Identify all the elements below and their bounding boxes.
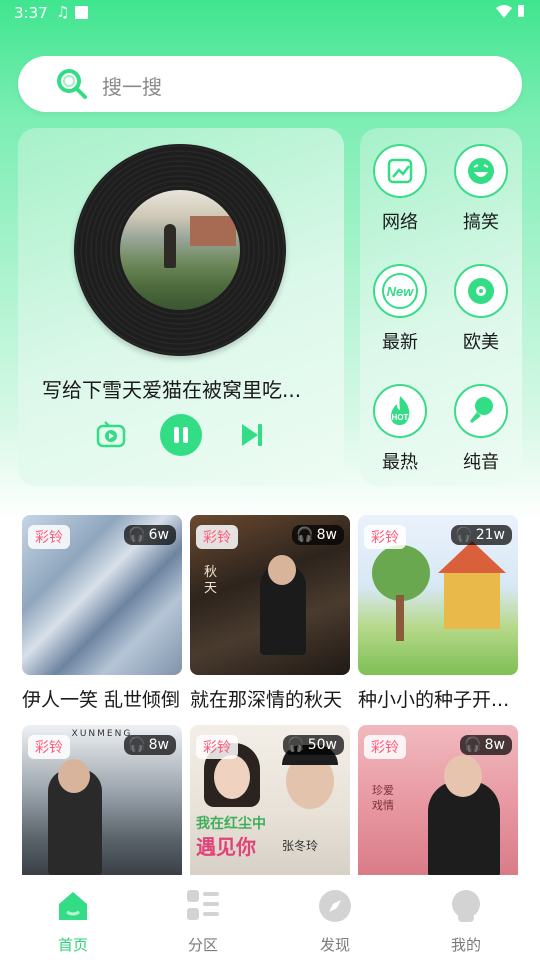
compass-icon [319, 890, 351, 922]
category-western[interactable]: 欧美 [446, 264, 516, 354]
cover-singer: 张冬玲 [282, 839, 319, 853]
disc-icon [454, 264, 508, 318]
ringtone-tag: 彩铃 [28, 735, 70, 759]
ringtone-tag: 彩铃 [196, 735, 238, 759]
ringtone-tag: 彩铃 [196, 525, 238, 549]
tab-label: 分区 [187, 936, 218, 954]
search-icon [57, 69, 87, 99]
song-cover: 珍爱 戏情 彩铃 🎧 8w [358, 725, 518, 875]
play-count: 🎧 8w [292, 525, 344, 545]
track-title: 写给下雪天爱猫在被窝里吃... [42, 378, 302, 402]
tab-label: 发现 [319, 936, 350, 954]
song-card[interactable]: 珍爱 戏情 彩铃 🎧 8w [358, 725, 518, 875]
player-card[interactable]: 写给下雪天爱猫在被窝里吃... [18, 128, 344, 486]
notification-icon [75, 6, 88, 19]
song-cover: 我在红尘中 遇见你 张冬玲 彩铃 🎧 50w [190, 725, 350, 875]
bottom-nav: 首页 分区 发现 我的 [0, 876, 540, 960]
hot-badge-text: HOT [392, 413, 409, 422]
song-cover: XUNMENG 彩铃 🎧 8w [22, 725, 182, 875]
headphones-icon: 🎧 [296, 527, 314, 543]
wifi-icon [496, 5, 512, 18]
mv-video-icon[interactable] [96, 420, 126, 450]
cover-subtitle: 遇见你 [196, 835, 256, 859]
headphones-icon: 🎧 [287, 737, 305, 753]
pause-icon [174, 427, 179, 443]
ringtone-tag: 彩铃 [364, 735, 406, 759]
laughing-face-icon [454, 144, 508, 198]
cover-face [58, 759, 90, 793]
category-latest[interactable]: New 最新 [365, 264, 435, 354]
next-track-icon[interactable] [240, 422, 264, 448]
grid-list-icon [187, 890, 219, 920]
play-count: 🎧 8w [124, 735, 176, 755]
play-count: 🎧 50w [283, 735, 344, 755]
search-input[interactable]: 搜一搜 [102, 71, 162, 100]
song-card[interactable]: 彩铃 🎧 6w 伊人一笑 乱世倾倒 [22, 515, 182, 712]
category-instrumental[interactable]: 纯音 [446, 384, 516, 474]
song-card[interactable]: XUNMENG 彩铃 🎧 8w [22, 725, 182, 875]
status-bar: 3:37 ♫ [0, 0, 540, 26]
category-panel: 网络 搞笑 New 最新 欧美 HOT 最热 纯音 [360, 128, 522, 486]
headphones-icon: 🎧 [128, 527, 146, 543]
song-cover: 彩铃 🎧 21w [358, 515, 518, 675]
tab-home[interactable]: 首页 [33, 888, 113, 955]
vinyl-record[interactable] [74, 144, 286, 356]
cover-face [268, 555, 296, 585]
trend-chart-icon [373, 144, 427, 198]
song-title: 种小小的种子开... [358, 689, 510, 711]
play-count: 🎧 8w [460, 735, 512, 755]
category-label: 纯音 [463, 452, 499, 473]
song-title: 就在那深情的秋天 [190, 689, 343, 711]
tab-label: 首页 [57, 936, 88, 954]
category-label: 最新 [382, 332, 418, 353]
new-badge-text: New [387, 284, 415, 299]
pause-button[interactable] [160, 414, 202, 456]
microphone-icon [454, 384, 508, 438]
headphones-icon: 🎧 [455, 527, 473, 543]
cover-title: 我在红尘中 [196, 816, 266, 832]
cover-building [190, 216, 236, 246]
cover-figure [164, 224, 176, 268]
headphones-icon: 🎧 [128, 737, 146, 753]
song-title: 伊人一笑 乱世倾倒 [22, 689, 181, 711]
category-label: 欧美 [463, 332, 499, 353]
hot-flame-icon: HOT [373, 384, 427, 438]
play-count: 🎧 6w [124, 525, 176, 545]
album-cover [120, 190, 240, 310]
play-count: 🎧 21w [451, 525, 512, 545]
song-card[interactable]: 彩铃 🎧 21w 种小小的种子开... [358, 515, 518, 712]
category-network[interactable]: 网络 [365, 144, 435, 234]
category-hot[interactable]: HOT 最热 [365, 384, 435, 474]
category-label: 最热 [382, 452, 418, 473]
song-card[interactable]: 我在红尘中 遇见你 张冬玲 彩铃 🎧 50w [190, 725, 350, 875]
search-bar[interactable]: 搜一搜 [18, 56, 522, 112]
cover-title: 珍爱 戏情 [372, 784, 394, 812]
cover-tree [372, 545, 430, 601]
cover-house [444, 571, 500, 629]
song-card[interactable]: 秋 天 彩铃 🎧 8w 就在那深情的秋天 [190, 515, 350, 712]
new-badge-icon: New [373, 264, 427, 318]
music-note-icon: ♫ [56, 3, 70, 21]
home-icon [59, 892, 87, 920]
tab-profile[interactable]: 我的 [426, 888, 506, 955]
cover-title: 秋 天 [204, 565, 218, 596]
song-cover: 秋 天 彩铃 🎧 8w [190, 515, 350, 675]
ringtone-tag: 彩铃 [28, 525, 70, 549]
headphones-icon: 🎧 [464, 737, 482, 753]
ringtone-tag: 彩铃 [364, 525, 406, 549]
battery-icon [518, 5, 524, 17]
tab-discover[interactable]: 发现 [295, 888, 375, 955]
status-time: 3:37 [14, 4, 48, 22]
profile-icon [452, 890, 480, 922]
cover-face [214, 755, 250, 799]
category-funny[interactable]: 搞笑 [446, 144, 516, 234]
cover-face [444, 755, 482, 797]
tab-category[interactable]: 分区 [163, 888, 243, 955]
category-label: 搞笑 [463, 212, 499, 233]
tab-label: 我的 [450, 936, 481, 954]
song-cover: 彩铃 🎧 6w [22, 515, 182, 675]
category-label: 网络 [382, 212, 418, 233]
